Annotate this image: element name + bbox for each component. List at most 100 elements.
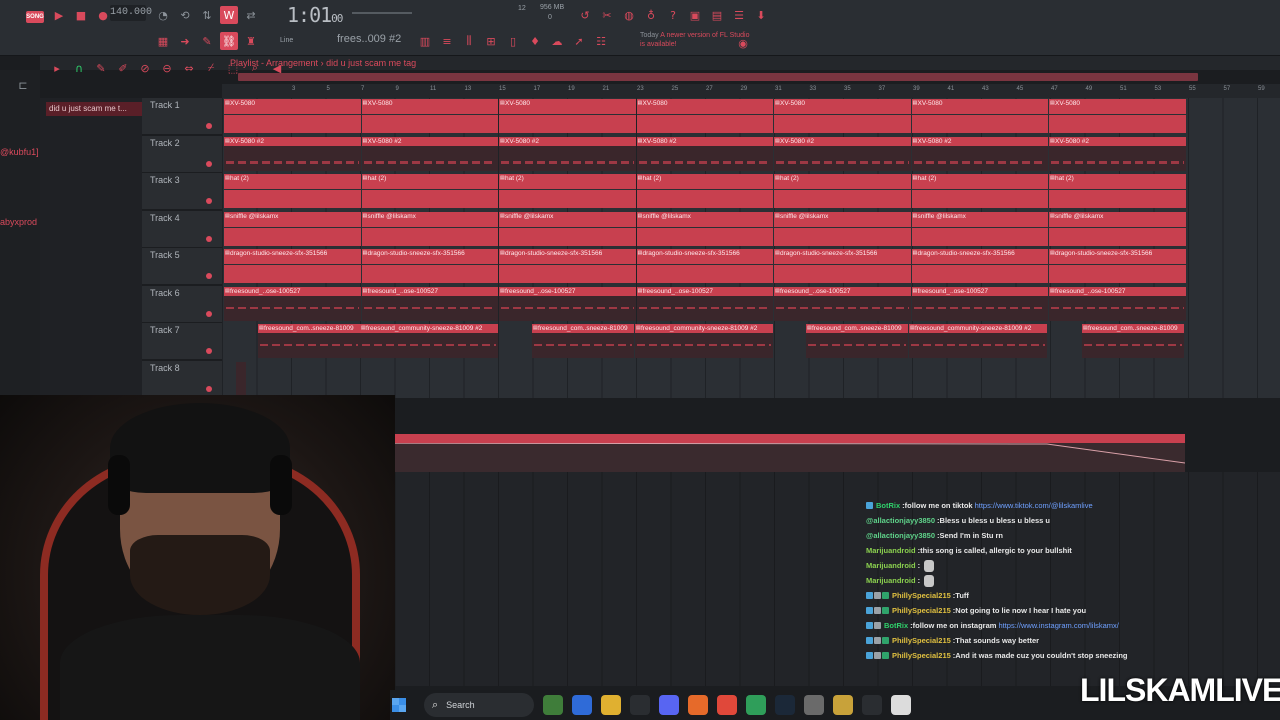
playlist-clip[interactable]: sniffle @lilskamx (911, 211, 1048, 246)
playlist-clip[interactable]: freesound_com..sneeze-81009 (258, 324, 360, 358)
share-icon[interactable]: ➚ (570, 32, 588, 50)
track-header[interactable]: Track 7 (142, 323, 222, 360)
playlist-clip[interactable]: XV-5080 #2 (499, 136, 636, 171)
steam-app-icon[interactable] (774, 695, 795, 715)
playlist-clip[interactable]: XV-5080 (361, 99, 498, 133)
playlist-clip[interactable]: XV-5080 (1049, 99, 1186, 133)
track-mute-led[interactable] (206, 123, 212, 129)
playlist-clip[interactable]: sniffle @lilskamx (1049, 211, 1186, 246)
playlist-clip[interactable]: dragon-studio-sneeze-sfx-351566 (499, 249, 636, 283)
chat-icon[interactable]: ☰ (730, 6, 748, 24)
loop-icon[interactable]: ⟲ (176, 6, 194, 24)
playlist-clip[interactable]: hat (2) (361, 174, 498, 208)
playlist-clip[interactable]: XV-5080 (224, 99, 361, 133)
playlist-clip[interactable]: freesound_com..sneeze-81009 (806, 324, 908, 358)
chat-username[interactable]: Marijuandroid (866, 561, 916, 570)
copilot-app-icon[interactable] (571, 695, 592, 715)
chat-username[interactable]: Marijuandroid (866, 546, 916, 555)
widgets-app-icon[interactable] (542, 695, 563, 715)
tempo-display[interactable]: 140.000 (110, 5, 152, 21)
playlist-clip[interactable]: freesound_community-sneeze-81009 #2 (635, 324, 773, 358)
playlist-clip[interactable]: freesound_..ose-100527 (1049, 286, 1186, 321)
playlist-clip[interactable]: freesound_com..sneeze-81009 (532, 324, 634, 358)
track-header[interactable]: Track 6 (142, 285, 222, 323)
arrow-right-icon[interactable]: ➜ (176, 32, 194, 50)
magnet-icon[interactable]: ∩ (70, 59, 88, 77)
song-mode-toggle[interactable]: SONG (26, 11, 44, 23)
playlist-clip[interactable]: hat (2) (911, 174, 1048, 208)
taskbar-search[interactable]: ⌕ Search (424, 693, 534, 717)
playlist-clip[interactable]: XV-5080 #2 (224, 136, 361, 171)
brave-app-icon[interactable] (716, 695, 737, 715)
chat-username[interactable]: @allactionjayy3850 (866, 516, 935, 525)
playlist-clip[interactable]: sniffle @lilskamx (224, 211, 361, 246)
chat-username[interactable]: BotRix (876, 501, 900, 510)
countdown-icon[interactable]: ⇅ (198, 6, 216, 24)
stamp-icon[interactable]: ♜ (242, 32, 260, 50)
cloud-icon[interactable]: ☁ (548, 32, 566, 50)
playlist-clip[interactable]: dragon-studio-sneeze-sfx-351566 (1049, 249, 1186, 283)
draw-icon[interactable]: ✎ (92, 59, 110, 77)
track-mute-led[interactable] (206, 273, 212, 279)
piano-roll-icon[interactable]: ≡ (438, 32, 456, 50)
track-mute-led[interactable] (206, 160, 212, 167)
chat-username[interactable]: PhillySpecial215 (892, 591, 951, 600)
pencil-icon[interactable]: ✎ (198, 32, 216, 50)
track-mute-led[interactable] (206, 310, 212, 317)
track-header[interactable]: Track 4 (142, 210, 222, 248)
playlist-clip[interactable]: XV-5080 #2 (636, 136, 773, 171)
playlist-clip[interactable]: sniffle @lilskamx (774, 211, 911, 246)
playlist-clip[interactable]: dragon-studio-sneeze-sfx-351566 (361, 249, 498, 283)
horizontal-scrollbar[interactable] (238, 73, 1198, 81)
track-mute-led[interactable] (206, 385, 212, 392)
wait-input-icon[interactable]: W (220, 6, 238, 24)
channel-rack-icon[interactable]: ▥ (416, 32, 434, 50)
playlist-clip[interactable]: XV-5080 (911, 99, 1048, 133)
browser-icon[interactable]: ▯ (504, 32, 522, 50)
track-mute-led[interactable] (206, 235, 212, 242)
playlist-clip[interactable]: freesound_community-sneeze-81009 #2 (360, 324, 498, 358)
playlist-clip[interactable]: XV-5080 (499, 99, 636, 133)
playlist-clip[interactable]: freesound_..ose-100527 (774, 286, 911, 321)
recording-icon[interactable]: ◍ (620, 6, 638, 24)
plugin-icon[interactable]: ⊞ (482, 32, 500, 50)
chat-link[interactable]: https://www.instagram.com/lilskamx/ (998, 621, 1118, 630)
slice-icon[interactable]: ⌿ (202, 59, 220, 77)
arrangement-name[interactable]: did u just scam me tag (326, 58, 416, 68)
playlist-clip[interactable]: dragon-studio-sneeze-sfx-351566 (636, 249, 773, 283)
playlist-clip[interactable]: XV-5080 #2 (1049, 136, 1186, 171)
playlist-clip[interactable]: dragon-studio-sneeze-sfx-351566 (774, 249, 911, 283)
track-header[interactable]: Track 1 (142, 98, 222, 135)
play-icon[interactable]: ▶ (50, 6, 68, 24)
playlist-clip[interactable]: dragon-studio-sneeze-sfx-351566 (224, 249, 361, 283)
stack-app-icon[interactable] (832, 695, 853, 715)
playlist-clip[interactable]: freesound_..ose-100527 (499, 286, 636, 321)
playlist-clip[interactable]: hat (2) (636, 174, 773, 208)
playlist-clip[interactable]: sniffle @lilskamx (499, 211, 636, 246)
mic-icon[interactable]: ♁ (642, 6, 660, 24)
delete-icon[interactable]: ⊘ (136, 59, 154, 77)
playlist-clip[interactable]: hat (2) (499, 174, 636, 208)
playlist-clip[interactable]: XV-5080 (774, 99, 911, 133)
playlist-clip[interactable]: freesound_com..sneeze-81009 (1082, 324, 1184, 358)
capcut-app-icon[interactable] (890, 695, 911, 715)
playlist-clip[interactable]: freesound_..ose-100527 (636, 286, 773, 321)
playlist-clip[interactable]: sniffle @lilskamx (361, 211, 498, 246)
chat-username[interactable]: PhillySpecial215 (892, 636, 951, 645)
track-8-clip[interactable] (236, 361, 246, 396)
slip-icon[interactable]: ⇔ (180, 59, 198, 77)
paint-icon[interactable]: ✐ (114, 59, 132, 77)
stop-icon[interactable]: ■ (72, 6, 90, 24)
help-icon[interactable]: ? (664, 6, 682, 24)
download-icon[interactable]: ⬇ (752, 6, 770, 24)
track-mute-led[interactable] (206, 348, 212, 354)
firefox-app-icon[interactable] (687, 695, 708, 715)
master-volume-meter[interactable] (352, 12, 412, 14)
playlist-clip[interactable]: XV-5080 #2 (774, 136, 911, 171)
windows-start-icon[interactable] (392, 698, 406, 712)
playlist-clip[interactable]: hat (2) (224, 174, 361, 208)
render-icon[interactable]: ▤ (708, 6, 726, 24)
track-header[interactable]: Track 3 (142, 173, 222, 210)
playlist-clip[interactable]: freesound_..ose-100527 (911, 286, 1048, 321)
playlist-clip[interactable]: freesound_..ose-100527 (361, 286, 498, 321)
